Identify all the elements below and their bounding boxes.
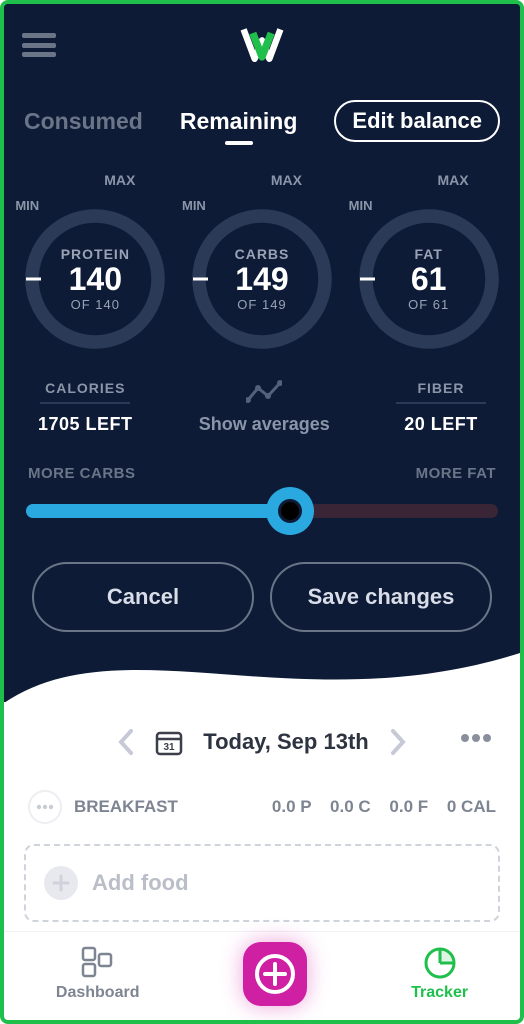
fiber-label: FIBER <box>396 380 486 396</box>
edit-balance-button[interactable]: Edit balance <box>334 100 500 142</box>
tab-consumed[interactable]: Consumed <box>24 108 143 135</box>
more-options-button[interactable] <box>460 730 492 748</box>
chart-icon <box>246 380 282 406</box>
meal-protein: 0.0 P <box>272 797 311 816</box>
meal-name: BREAKFAST <box>74 797 178 817</box>
prev-day-button[interactable] <box>117 728 135 756</box>
gauge-value: 140 <box>69 262 122 297</box>
calories-label: CALORIES <box>38 380 133 396</box>
show-averages-button[interactable]: Show averages <box>199 380 330 435</box>
nav-tracker[interactable]: Tracker <box>411 946 468 1002</box>
app-logo <box>234 22 290 68</box>
gauge-carbs: MAXMIN CARBS 149 OF 149 <box>182 180 342 354</box>
add-food-button[interactable]: Add food <box>24 844 500 922</box>
gauge-of: OF 61 <box>408 297 449 312</box>
nav-dashboard[interactable]: Dashboard <box>56 946 140 1002</box>
date-display[interactable]: Today, Sep 13th <box>203 729 368 755</box>
tracker-icon <box>423 946 457 980</box>
gauge-name: FAT <box>414 246 442 262</box>
meal-fat: 0.0 F <box>389 797 428 816</box>
carb-fat-slider[interactable] <box>26 504 498 518</box>
wave-divider <box>4 642 520 702</box>
menu-button[interactable] <box>22 33 56 57</box>
save-changes-button[interactable]: Save changes <box>270 562 492 632</box>
gauge-value: 61 <box>411 262 447 297</box>
max-label: MAX <box>271 172 302 188</box>
gauge-value: 149 <box>235 262 288 297</box>
plus-icon <box>44 866 78 900</box>
dashboard-icon <box>81 946 115 980</box>
max-label: MAX <box>104 172 135 188</box>
meal-macros: 0.0 P 0.0 C 0.0 F 0 CAL <box>258 797 496 817</box>
cancel-button[interactable]: Cancel <box>32 562 254 632</box>
gauge-name: PROTEIN <box>61 246 130 262</box>
gauge-of: OF 140 <box>71 297 120 312</box>
calories-stat: CALORIES 1705 LEFT <box>38 380 133 435</box>
gauge-protein: MAXMIN PROTEIN 140 OF 140 <box>15 180 175 354</box>
calendar-icon: 31 <box>155 728 183 756</box>
nav-add-button[interactable] <box>243 942 307 1006</box>
meal-carbs: 0.0 C <box>330 797 371 816</box>
meal-menu-button[interactable] <box>28 790 62 824</box>
nav-tracker-label: Tracker <box>411 984 468 1002</box>
gauge-fat: MAXMIN FAT 61 OF 61 <box>349 180 509 354</box>
calories-value: 1705 LEFT <box>38 414 133 435</box>
next-day-button[interactable] <box>389 728 407 756</box>
meal-calories: 0 CAL <box>447 797 496 816</box>
add-food-label: Add food <box>92 870 189 896</box>
show-averages-label: Show averages <box>199 414 330 434</box>
plus-circle-icon <box>253 952 297 996</box>
meal-row-breakfast: BREAKFAST 0.0 P 0.0 C 0.0 F 0 CAL <box>4 756 520 836</box>
svg-text:31: 31 <box>164 742 176 753</box>
gauge-of: OF 149 <box>237 297 286 312</box>
slider-label-left: MORE CARBS <box>28 465 136 482</box>
slider-label-right: MORE FAT <box>416 465 496 482</box>
fiber-stat: FIBER 20 LEFT <box>396 380 486 435</box>
tab-remaining[interactable]: Remaining <box>180 108 298 135</box>
slider-thumb[interactable] <box>266 487 314 535</box>
gauge-name: CARBS <box>235 246 290 262</box>
max-label: MAX <box>438 172 469 188</box>
nav-dashboard-label: Dashboard <box>56 984 140 1002</box>
fiber-value: 20 LEFT <box>396 414 486 435</box>
